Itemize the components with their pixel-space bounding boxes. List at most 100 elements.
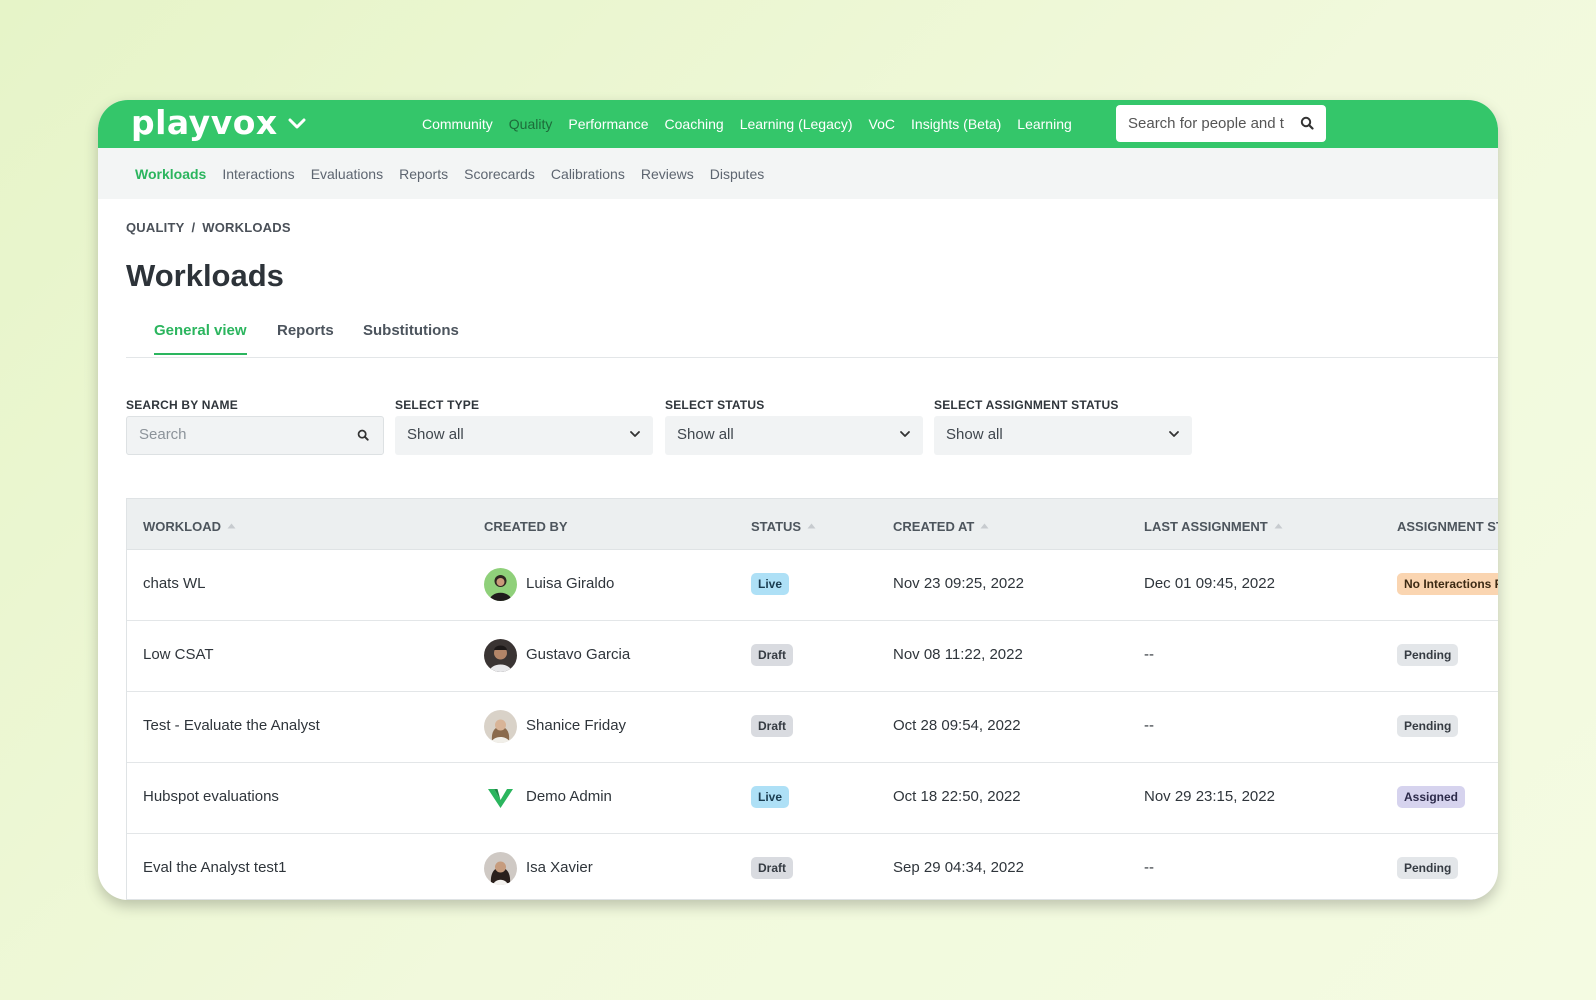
subnav-evaluations[interactable]: Evaluations bbox=[311, 166, 383, 182]
nav-community[interactable]: Community bbox=[422, 116, 493, 132]
select-assignment-status-label: SELECT ASSIGNMENT STATUS bbox=[934, 398, 1119, 412]
created-at: Nov 23 09:25, 2022 bbox=[893, 575, 1024, 592]
column-workload[interactable]: WORKLOAD bbox=[143, 519, 236, 534]
search-icon bbox=[357, 429, 369, 441]
workload-name[interactable]: Hubspot evaluations bbox=[143, 788, 279, 805]
assignment-status-badge: Pending bbox=[1397, 644, 1459, 666]
last-assignment: Nov 29 23:15, 2022 bbox=[1144, 788, 1275, 805]
search-by-name-label: SEARCH BY NAME bbox=[126, 398, 238, 412]
column-created-by: CREATED BY bbox=[484, 519, 568, 534]
subnav-scorecards[interactable]: Scorecards bbox=[464, 166, 535, 182]
nav-learning[interactable]: Learning bbox=[1017, 116, 1072, 132]
subnav-disputes[interactable]: Disputes bbox=[710, 166, 764, 182]
tab-reports[interactable]: Reports bbox=[277, 322, 334, 353]
breadcrumb-workloads: WORKLOADS bbox=[202, 220, 291, 235]
quality-subnav: Workloads Interactions Evaluations Repor… bbox=[98, 148, 1498, 199]
assignment-status-badge: Pending bbox=[1397, 857, 1459, 879]
chevron-down-icon bbox=[630, 431, 640, 437]
last-assignment: -- bbox=[1144, 717, 1154, 734]
nav-performance[interactable]: Performance bbox=[568, 116, 648, 132]
table-row[interactable]: Eval the Analyst test1 Isa Xavier Draft … bbox=[127, 834, 1498, 900]
creator-name: Shanice Friday bbox=[526, 717, 627, 734]
select-type-dropdown[interactable]: Show all bbox=[395, 416, 653, 455]
nav-learning-legacy[interactable]: Learning (Legacy) bbox=[740, 116, 853, 132]
nav-coaching[interactable]: Coaching bbox=[665, 116, 724, 132]
nav-quality[interactable]: Quality bbox=[509, 116, 553, 132]
playvox-logo-icon bbox=[484, 781, 517, 814]
select-status-value: Show all bbox=[677, 426, 734, 443]
table-row[interactable]: Test - Evaluate the Analyst Shanice Frid… bbox=[127, 692, 1498, 763]
status-badge: Draft bbox=[751, 857, 794, 879]
workload-name[interactable]: Low CSAT bbox=[143, 646, 214, 663]
workload-name[interactable]: Test - Evaluate the Analyst bbox=[143, 717, 320, 734]
creator-name: Luisa Giraldo bbox=[526, 575, 615, 592]
sort-icon bbox=[980, 523, 989, 529]
column-workload-label: WORKLOAD bbox=[143, 519, 221, 534]
last-assignment: -- bbox=[1144, 646, 1154, 663]
table-header: WORKLOAD CREATED BY STATUS CREATED AT LA… bbox=[127, 499, 1498, 550]
assignment-status-badge: No Interactions F bbox=[1397, 573, 1498, 595]
assignment-status-badge: Pending bbox=[1397, 715, 1459, 737]
subnav-calibrations[interactable]: Calibrations bbox=[551, 166, 625, 182]
avatar bbox=[484, 852, 517, 885]
sort-icon bbox=[807, 523, 816, 529]
global-search bbox=[1116, 105, 1326, 142]
avatar bbox=[484, 568, 517, 601]
created-at: Oct 28 09:54, 2022 bbox=[893, 717, 1021, 734]
search-by-name-field bbox=[126, 416, 384, 455]
global-search-input[interactable] bbox=[1128, 115, 1298, 132]
status-badge: Live bbox=[751, 573, 790, 595]
subnav-reports[interactable]: Reports bbox=[399, 166, 448, 182]
breadcrumb: QUALITY / WORKLOADS bbox=[126, 220, 291, 235]
select-type-value: Show all bbox=[407, 426, 464, 443]
select-status-label: SELECT STATUS bbox=[665, 398, 765, 412]
search-icon[interactable] bbox=[1300, 116, 1314, 130]
top-bar: playvox Community Quality Performance Co… bbox=[98, 100, 1498, 148]
nav-insights[interactable]: Insights (Beta) bbox=[911, 116, 1001, 132]
table-row[interactable]: Low CSAT Gustavo Garcia Draft Nov 08 11:… bbox=[127, 621, 1498, 692]
breadcrumb-separator: / bbox=[191, 220, 196, 235]
search-by-name-input[interactable] bbox=[139, 426, 339, 443]
brand-menu[interactable]: playvox bbox=[131, 102, 306, 142]
status-badge: Draft bbox=[751, 715, 794, 737]
creator-name: Demo Admin bbox=[526, 788, 612, 805]
column-status[interactable]: STATUS bbox=[751, 519, 816, 534]
page-title: Workloads bbox=[126, 258, 284, 293]
workload-name[interactable]: chats WL bbox=[143, 575, 206, 592]
subnav-reviews[interactable]: Reviews bbox=[641, 166, 694, 182]
last-assignment: -- bbox=[1144, 859, 1154, 876]
select-assignment-status-value: Show all bbox=[946, 426, 1003, 443]
subnav-interactions[interactable]: Interactions bbox=[222, 166, 294, 182]
column-last-assignment-label: LAST ASSIGNMENT bbox=[1144, 519, 1268, 534]
select-type-label: SELECT TYPE bbox=[395, 398, 480, 412]
chevron-down-icon bbox=[900, 431, 910, 437]
tab-general-view[interactable]: General view bbox=[154, 322, 247, 355]
avatar bbox=[484, 710, 517, 743]
sort-icon bbox=[1274, 523, 1283, 529]
nav-voc[interactable]: VoC bbox=[869, 116, 895, 132]
column-created-at[interactable]: CREATED AT bbox=[893, 519, 989, 534]
last-assignment: Dec 01 09:45, 2022 bbox=[1144, 575, 1275, 592]
column-assignment-status: ASSIGNMENT ST bbox=[1397, 519, 1498, 534]
created-at: Oct 18 22:50, 2022 bbox=[893, 788, 1021, 805]
assignment-status-badge: Assigned bbox=[1397, 786, 1466, 808]
table-row[interactable]: Hubspot evaluations Demo Admin Live Oct … bbox=[127, 763, 1498, 834]
status-badge: Draft bbox=[751, 644, 794, 666]
breadcrumb-quality[interactable]: QUALITY bbox=[126, 220, 184, 235]
app-window: playvox Community Quality Performance Co… bbox=[98, 100, 1498, 900]
workload-name[interactable]: Eval the Analyst test1 bbox=[143, 859, 286, 876]
tab-substitutions[interactable]: Substitutions bbox=[363, 322, 459, 353]
avatar bbox=[484, 639, 517, 672]
column-last-assignment[interactable]: LAST ASSIGNMENT bbox=[1144, 519, 1283, 534]
column-created-at-label: CREATED AT bbox=[893, 519, 975, 534]
created-at: Sep 29 04:34, 2022 bbox=[893, 859, 1024, 876]
select-status-dropdown[interactable]: Show all bbox=[665, 416, 923, 455]
table-row[interactable]: chats WL Luisa Giraldo Live Nov 23 09:25… bbox=[127, 550, 1498, 621]
brand-logo: playvox bbox=[131, 102, 278, 142]
subnav-workloads[interactable]: Workloads bbox=[135, 166, 206, 182]
created-at: Nov 08 11:22, 2022 bbox=[893, 646, 1023, 663]
select-assignment-status-dropdown[interactable]: Show all bbox=[934, 416, 1192, 455]
workloads-table: WORKLOAD CREATED BY STATUS CREATED AT LA… bbox=[126, 498, 1498, 900]
view-tabs: General view Reports Substitutions bbox=[126, 314, 1498, 358]
chevron-down-icon bbox=[1169, 431, 1179, 437]
